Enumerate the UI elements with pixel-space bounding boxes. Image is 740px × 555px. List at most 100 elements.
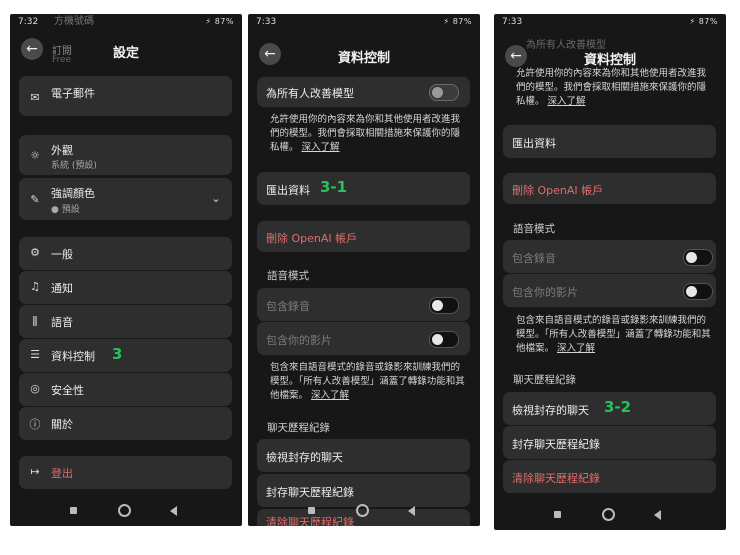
data-controls-row[interactable]: ☰ 資料控制 3 [19, 339, 232, 372]
improve-desc-text: 允許使用你的內容來為你和其他使用者改進我們的模型。我們會採取相關措施來保護你的隱… [270, 114, 461, 153]
archive-history-label: 封存聊天歷程紀錄 [266, 486, 354, 499]
recent-apps-icon[interactable] [554, 511, 561, 518]
clear-history-label: 清除聊天歷程紀錄 [512, 472, 600, 485]
data-controls-label: 資料控制 [51, 350, 95, 363]
learn-more-link[interactable]: 深入了解 [548, 96, 586, 107]
status-bar: 7:33 ⚡ 87% [248, 14, 480, 30]
brush-icon: ✎ [30, 193, 40, 206]
chat-history-heading: 聊天歷程紀錄 [267, 422, 330, 434]
status-bar: 7:32 ⚡ 87% [10, 14, 242, 30]
delete-account-label: 刪除 OpenAI 帳戶 [266, 232, 358, 245]
general-row[interactable]: ⚙ 一般 [19, 237, 232, 270]
include-audio-label: 包含錄音 [512, 252, 556, 265]
about-label: 關於 [51, 418, 73, 431]
accent-value: ● 預設 [51, 205, 80, 215]
notifications-label: 通知 [51, 282, 73, 295]
view-archived-row[interactable]: 檢視封存的聊天 [257, 439, 470, 472]
phone-data-controls-scrolled: 7:33 ⚡ 87% 為所有人改善模型 ← 資料控制 允許使用你的內容來為你和其… [494, 14, 726, 530]
include-audio-toggle[interactable] [683, 249, 713, 266]
security-row[interactable]: ◎ 安全性 [19, 373, 232, 406]
status-battery: ⚡ 87% [205, 17, 234, 26]
improve-model-toggle[interactable] [429, 84, 459, 101]
voice-mode-heading: 語音模式 [267, 270, 309, 282]
cut-top-label: 方機號碼 [54, 16, 94, 27]
voice-label: 語音 [51, 316, 73, 329]
page-title: 資料控制 [337, 51, 390, 66]
include-audio-toggle[interactable] [429, 297, 459, 314]
appearance-row[interactable]: ☼ 外觀 系統 (預設) [19, 135, 232, 175]
step-marker-3-2: 3-2 [604, 398, 632, 416]
back-nav-icon[interactable] [408, 506, 415, 516]
archive-history-row[interactable]: 封存聊天歷程紀錄 [503, 426, 716, 459]
step-marker-3-1: 3-1 [320, 178, 348, 196]
delete-account-row[interactable]: 刪除 OpenAI 帳戶 [503, 173, 716, 204]
view-archived-label: 檢視封存的聊天 [266, 451, 343, 464]
android-nav-bar [10, 504, 242, 518]
include-video-row[interactable]: 包含你的影片 [257, 322, 470, 355]
export-data-row[interactable]: 匯出資料 [503, 125, 716, 158]
clear-history-row[interactable]: 清除聊天歷程紀錄 [503, 460, 716, 493]
include-video-toggle[interactable] [429, 331, 459, 348]
accent-label: 強調顏色 [51, 187, 95, 200]
logout-row[interactable]: ↦ 登出 [19, 456, 232, 489]
learn-more-link-2[interactable]: 深入了解 [557, 343, 595, 354]
page-title: 資料控制 [583, 53, 636, 68]
improve-model-row[interactable]: 為所有人改善模型 [257, 77, 470, 107]
include-video-row[interactable]: 包含你的影片 [503, 274, 716, 307]
status-battery: ⚡ 87% [443, 17, 472, 26]
status-battery: ⚡ 87% [689, 17, 718, 26]
logout-icon: ↦ [30, 465, 40, 478]
voice-description: 包含來自語音模式的錄音或錄影來訓練我們的模型。「所有人改善模型」涵蓋了轉錄功能和… [516, 314, 712, 356]
improve-description: 允許使用你的內容來為你和其他使用者改進我們的模型。我們會採取相關措施來保護你的隱… [270, 113, 466, 155]
sun-icon: ☼ [30, 149, 40, 162]
back-nav-icon[interactable] [170, 506, 177, 516]
general-label: 一般 [51, 248, 73, 261]
voice-description: 包含來自語音模式的錄音或錄影來訓練我們的模型。「所有人改善模型」涵蓋了轉錄功能和… [270, 361, 466, 403]
view-archived-label: 檢視封存的聊天 [512, 404, 589, 417]
voice-desc-text: 包含來自語音模式的錄音或錄影來訓練我們的模型。「所有人改善模型」涵蓋了轉錄功能和… [270, 362, 465, 401]
learn-more-link[interactable]: 深入了解 [302, 142, 340, 153]
mail-icon: ✉ [30, 91, 40, 104]
chevron-down-icon[interactable]: ⌄ [209, 192, 223, 205]
email-row[interactable]: ✉ 電子郵件 [19, 76, 232, 116]
bell-icon: ♫ [30, 280, 40, 293]
voice-mode-heading: 語音模式 [513, 223, 555, 235]
include-audio-row[interactable]: 包含錄音 [257, 288, 470, 321]
phone-settings: 7:32 ⚡ 87% 方機號碼 ← 設定 訂閱 Free ✉ 電子郵件 ☼ 外觀… [10, 14, 242, 526]
back-nav-icon[interactable] [654, 510, 661, 520]
email-label: 電子郵件 [51, 87, 95, 100]
include-video-toggle[interactable] [683, 283, 713, 300]
export-data-row[interactable]: 匯出資料 3-1 [257, 172, 470, 205]
include-audio-row[interactable]: 包含錄音 [503, 240, 716, 273]
view-archived-row[interactable]: 檢視封存的聊天 3-2 [503, 392, 716, 425]
about-row[interactable]: ⓘ 關於 [19, 407, 232, 440]
appearance-label: 外觀 [51, 144, 73, 157]
export-data-label: 匯出資料 [266, 184, 310, 197]
accent-color-row[interactable]: ✎ 強調顏色 ● 預設 ⌄ [19, 178, 232, 220]
waveform-icon: ǁ [32, 314, 38, 327]
improve-desc-text: 允許使用你的內容來為你和其他使用者改進我們的模型。我們會採取相關措施來保護你的隱… [516, 68, 707, 107]
recent-apps-icon[interactable] [70, 507, 77, 514]
include-video-label: 包含你的影片 [512, 286, 578, 299]
delete-account-row[interactable]: 刪除 OpenAI 帳戶 [257, 221, 470, 252]
learn-more-link-2[interactable]: 深入了解 [311, 390, 349, 401]
status-bar: 7:33 ⚡ 87% [494, 14, 726, 30]
archive-history-row[interactable]: 封存聊天歷程紀錄 [257, 474, 470, 507]
voice-desc-text: 包含來自語音模式的錄音或錄影來訓練我們的模型。「所有人改善模型」涵蓋了轉錄功能和… [516, 315, 711, 354]
subscription-plan: Free [52, 55, 72, 65]
improve-description: 允許使用你的內容來為你和其他使用者改進我們的模型。我們會採取相關措施來保護你的隱… [516, 67, 712, 109]
improve-model-label: 為所有人改善模型 [266, 87, 354, 100]
voice-row[interactable]: ǁ 語音 [19, 305, 232, 338]
notifications-row[interactable]: ♫ 通知 [19, 271, 232, 304]
logout-label: 登出 [51, 467, 73, 480]
status-time: 7:33 [256, 17, 277, 27]
include-video-label: 包含你的影片 [266, 334, 332, 347]
recent-apps-icon[interactable] [308, 507, 315, 514]
include-audio-label: 包含錄音 [266, 300, 310, 313]
archive-history-label: 封存聊天歷程紀錄 [512, 438, 600, 451]
delete-account-label: 刪除 OpenAI 帳戶 [512, 184, 604, 197]
home-icon[interactable] [602, 508, 615, 521]
page-title: 設定 [112, 46, 139, 61]
home-icon[interactable] [356, 504, 369, 517]
home-icon[interactable] [118, 504, 131, 517]
